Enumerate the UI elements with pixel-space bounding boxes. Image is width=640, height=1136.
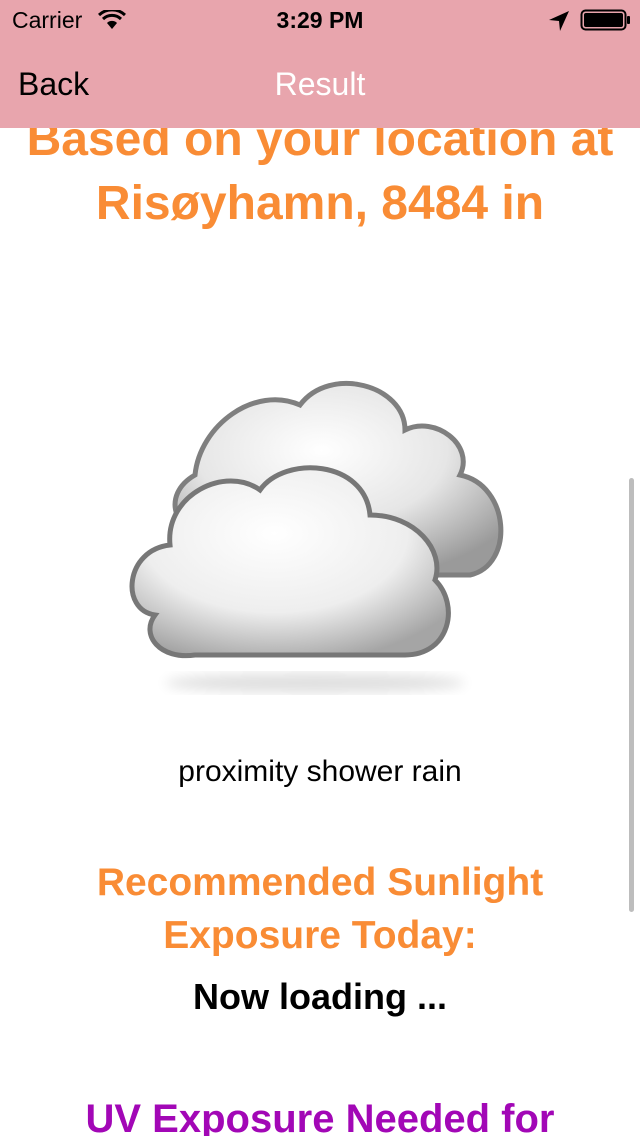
location-arrow-icon: [549, 11, 569, 31]
battery-icon: [580, 9, 630, 31]
uv-exposure-heading: UV Exposure Needed for: [85, 1097, 555, 1136]
recommended-exposure-heading: Recommended Sunlight Exposure Today:: [96, 861, 544, 957]
status-bar: Carrier 3:29 PM: [0, 0, 640, 40]
scrollbar[interactable]: [629, 478, 634, 912]
weather-description: proximity shower rain: [178, 755, 462, 788]
status-time: 3:29 PM: [276, 7, 364, 33]
loading-text: Now loading ...: [193, 976, 447, 1017]
navigation-bar: Carrier 3:29 PM Back Result: [0, 0, 640, 128]
cloud-icon: [129, 381, 504, 693]
nav-title: Result: [274, 66, 366, 102]
result-scroll-view[interactable]: Based on your location at Risøyhamn, 848…: [0, 0, 640, 1136]
